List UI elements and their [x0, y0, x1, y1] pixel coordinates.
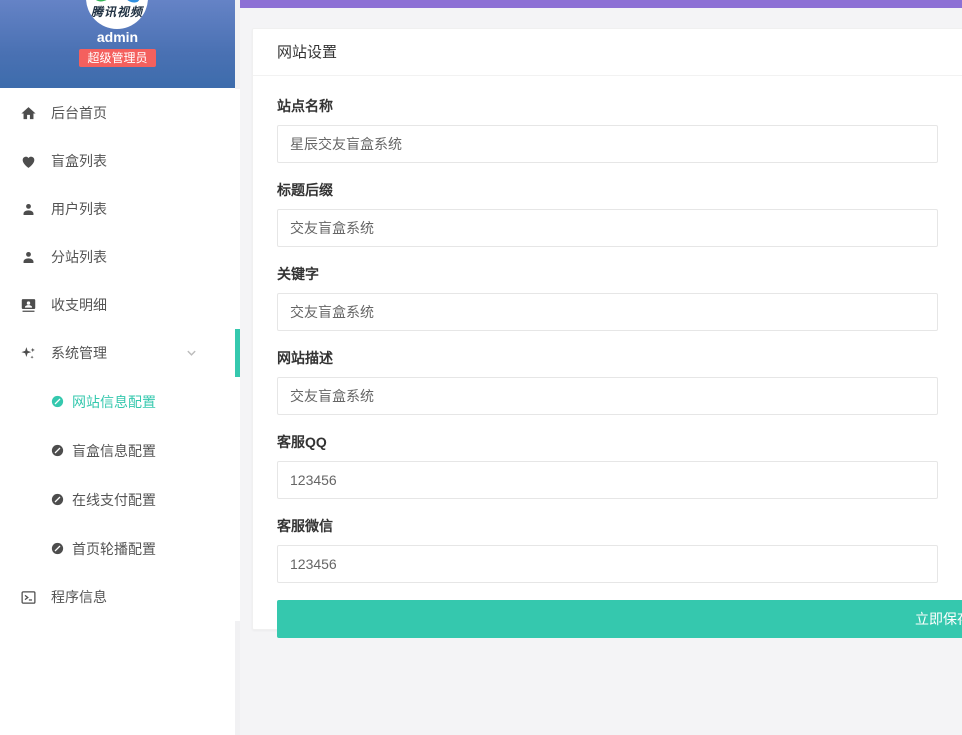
field-site-description: 网站描述: [277, 348, 962, 415]
sidebar-item-program-info[interactable]: 程序信息: [0, 573, 240, 621]
sidebar-subitem-site-info-config[interactable]: 网站信息配置: [0, 377, 240, 426]
user-panel: 腾讯视频 admin 超级管理员: [0, 0, 235, 88]
sidebar-item-substation-list[interactable]: 分站列表: [0, 233, 240, 281]
screen: 腾讯视频 admin 超级管理员 后台首页 盲盒列表 用户列表 分站列表 收支明…: [0, 0, 962, 735]
field-keywords: 关键字: [277, 264, 962, 331]
circle-slash-icon: [50, 492, 65, 507]
field-label: 站点名称: [277, 98, 333, 114]
settings-form: 站点名称 标题后缀 关键字 网站描述 客服QQ: [253, 76, 962, 662]
system-management-submenu: 网站信息配置 盲盒信息配置 在线支付配置 首页轮播配置: [0, 377, 240, 573]
heart-icon: [20, 153, 37, 170]
sidebar-item-income-expense[interactable]: 收支明细: [0, 281, 240, 329]
field-label: 客服QQ: [277, 434, 327, 450]
chevron-down-icon: [186, 348, 197, 359]
field-label: 网站描述: [277, 350, 333, 366]
contact-card-icon: [20, 297, 37, 314]
sidebar-subitem-blindbox-info-config[interactable]: 盲盒信息配置: [0, 426, 240, 475]
save-button[interactable]: 立即保存: [277, 600, 962, 638]
field-site-name: 站点名称: [277, 96, 962, 163]
sidebar-item-blindbox-list[interactable]: 盲盒列表: [0, 137, 240, 185]
sidebar-item-user-list[interactable]: 用户列表: [0, 185, 240, 233]
user-icon: [20, 249, 37, 266]
circle-slash-icon: [50, 443, 65, 458]
card-title: 网站设置: [253, 29, 962, 76]
avatar-logo-text: 腾讯视频: [90, 5, 143, 19]
sidebar-item-label: 系统管理: [51, 345, 107, 361]
sidebar-item-dashboard[interactable]: 后台首页: [0, 89, 240, 137]
sidebar-item-label: 分站列表: [51, 249, 107, 265]
site-description-input[interactable]: [277, 377, 938, 415]
field-service-qq: 客服QQ: [277, 432, 962, 499]
sidebar-subitem-label: 首页轮播配置: [72, 540, 156, 557]
sidebar-item-label: 后台首页: [51, 105, 107, 121]
site-name-input[interactable]: [277, 125, 938, 163]
sidebar-subitem-label: 在线支付配置: [72, 491, 156, 508]
avatar: 腾讯视频: [86, 0, 148, 29]
field-label: 客服微信: [277, 518, 333, 534]
top-accent-bar: [240, 0, 962, 8]
field-label: 标题后缀: [277, 182, 333, 198]
keywords-input[interactable]: [277, 293, 938, 331]
service-wechat-input[interactable]: [277, 545, 938, 583]
sidebar: 腾讯视频 admin 超级管理员 后台首页 盲盒列表 用户列表 分站列表 收支明…: [0, 0, 240, 735]
sparkle-icon: [20, 345, 37, 362]
sidebar-item-label: 程序信息: [51, 589, 107, 605]
service-qq-input[interactable]: [277, 461, 938, 499]
sidebar-subitem-label: 盲盒信息配置: [72, 442, 156, 459]
sidebar-item-system-management[interactable]: 系统管理: [0, 329, 240, 377]
circle-slash-icon: [50, 541, 65, 556]
field-service-wechat: 客服微信: [277, 516, 962, 583]
settings-card: 网站设置 站点名称 标题后缀 关键字 网站描述: [252, 28, 962, 638]
role-badge: 超级管理员: [79, 49, 156, 67]
home-icon: [20, 105, 37, 122]
sidebar-subitem-home-carousel-config[interactable]: 首页轮播配置: [0, 524, 240, 573]
username: admin: [96, 29, 139, 45]
sidebar-nav: 后台首页 盲盒列表 用户列表 分站列表 收支明细 系统管理 网站信息配置 盲盒信…: [0, 89, 240, 621]
main-content: 网站设置 站点名称 标题后缀 关键字 网站描述: [240, 0, 962, 735]
sidebar-item-label: 收支明细: [51, 297, 107, 313]
sidebar-subitem-label: 网站信息配置: [72, 393, 156, 410]
terminal-icon: [20, 589, 37, 606]
user-icon: [20, 201, 37, 218]
title-suffix-input[interactable]: [277, 209, 938, 247]
field-title-suffix: 标题后缀: [277, 180, 962, 247]
sidebar-item-label: 用户列表: [51, 201, 107, 217]
circle-slash-icon: [50, 394, 65, 409]
sidebar-item-label: 盲盒列表: [51, 153, 107, 169]
field-label: 关键字: [277, 266, 319, 282]
sidebar-subitem-online-payment-config[interactable]: 在线支付配置: [0, 475, 240, 524]
